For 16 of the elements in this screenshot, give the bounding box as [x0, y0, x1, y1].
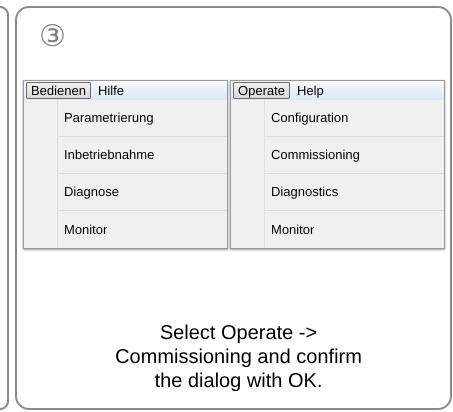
- menu-bar-item[interactable]: Operate: [233, 82, 290, 99]
- menu-bar-item[interactable]: Help: [292, 82, 329, 99]
- menu-item[interactable]: Inbetriebnahme: [58, 137, 227, 174]
- step-number: ③: [39, 20, 66, 54]
- menu-item[interactable]: Diagnostics: [265, 174, 444, 211]
- menu-item[interactable]: Diagnose: [58, 174, 227, 211]
- menu-item[interactable]: Monitor: [265, 211, 444, 248]
- menu-item[interactable]: Monitor: [58, 211, 227, 248]
- menu-bar-item[interactable]: Hilfe: [92, 82, 129, 99]
- menu-item[interactable]: Configuration: [265, 100, 444, 137]
- instruction-text: the dialog with OK.: [154, 369, 322, 393]
- instruction-text: Select Operate ->: [160, 321, 318, 345]
- instruction-text: Commissioning and confirm: [115, 345, 362, 369]
- menu-item[interactable]: Parametrierung: [58, 100, 227, 137]
- menu-bar-item[interactable]: Bedienen: [26, 82, 91, 99]
- menu-item[interactable]: Commissioning: [265, 137, 444, 174]
